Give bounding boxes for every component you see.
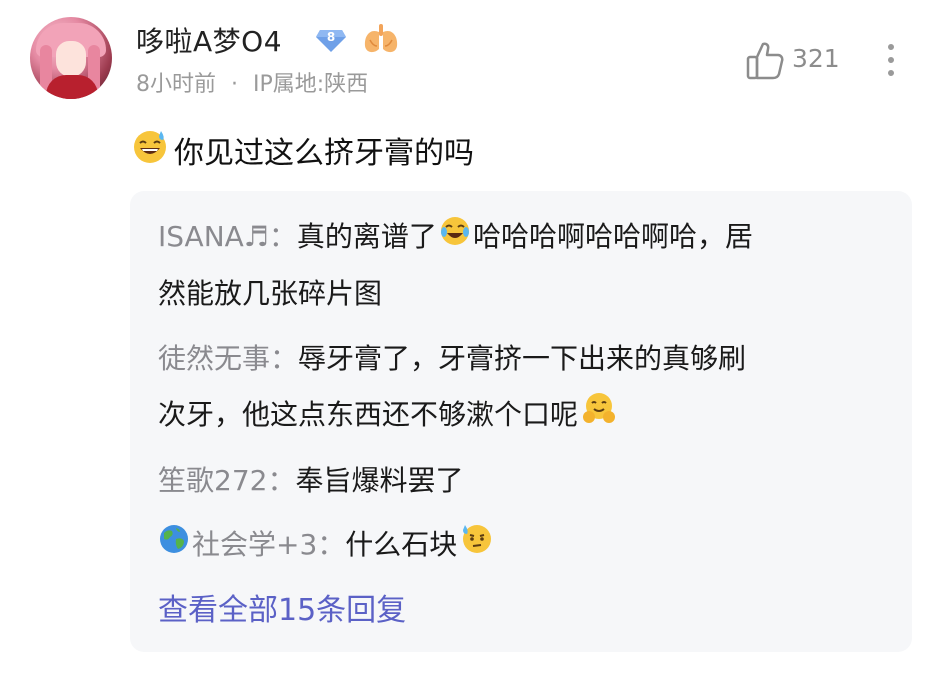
meta-separator: · [231, 72, 238, 97]
comment-card: 哆啦A梦O4 8 8小时前 · IP属地:陕西 321 你见过这么挤牙膏的吗 I… [0, 0, 942, 675]
thinking-sweat-emoji-icon [459, 518, 493, 574]
like-button[interactable]: 321 [746, 40, 846, 80]
post-text: 你见过这么挤牙膏的吗 [174, 136, 474, 171]
reply-item[interactable]: 徒然无事：辱牙膏了，牙膏挤一下出来的真够刷 次牙，他这点东西还不够漱个口呢 [158, 331, 878, 444]
grinning-sweat-emoji-icon [132, 128, 168, 172]
reply-text-line2: 次牙，他这点东西还不够漱个口呢 [158, 398, 579, 431]
more-vertical-icon [888, 44, 894, 50]
like-count: 321 [792, 44, 840, 73]
post-body: 你见过这么挤牙膏的吗 [132, 128, 474, 172]
reply-author[interactable]: 徒然无事： [158, 342, 298, 375]
avatar[interactable] [30, 17, 112, 99]
reply-item[interactable]: 社会学+3：什么石块 [158, 517, 878, 574]
tears-of-joy-emoji-icon [439, 210, 471, 266]
reply-text: 辱牙膏了，牙膏挤一下出来的真够刷 [298, 342, 747, 375]
level-diamond-icon: 8 [316, 28, 346, 52]
hugging-emoji-icon [582, 388, 616, 444]
view-all-replies-link[interactable]: 查看全部15条回复 [158, 585, 406, 629]
reply-author[interactable]: 社会学+3： [192, 528, 345, 561]
reply-text: 真的离谱了 [296, 220, 437, 253]
reply-item[interactable]: 笙歌272：奉旨爆料罢了 [158, 453, 878, 509]
level-number: 8 [326, 30, 336, 44]
post-time: 8小时前 [136, 72, 216, 97]
replies-panel: ISANA♬：真的离谱了 哈哈哈啊哈哈啊哈，居 然能放几张碎片图 徒然无事：辱牙… [130, 191, 912, 652]
ip-location: IP属地:陕西 [253, 72, 369, 97]
globe-icon [158, 518, 190, 574]
reply-item[interactable]: ISANA♬：真的离谱了 哈哈哈啊哈哈啊哈，居 然能放几张碎片图 [158, 209, 878, 322]
reply-author[interactable]: 笙歌272： [158, 464, 295, 497]
reply-author[interactable]: ISANA♬： [158, 220, 297, 253]
reply-text-line2: 然能放几张碎片图 [158, 277, 383, 310]
lungs-medal-icon [362, 22, 400, 56]
post-meta: 8小时前 · IP属地:陕西 [136, 66, 368, 98]
reply-text: 奉旨爆料罢了 [295, 464, 464, 497]
username[interactable]: 哆啦A梦O4 [136, 20, 282, 60]
thumbs-up-icon [746, 42, 784, 80]
reply-text-cont: 哈哈哈啊哈哈啊哈，居 [472, 220, 753, 253]
more-options-button[interactable] [880, 40, 902, 80]
reply-text: 什么石块 [345, 528, 458, 561]
